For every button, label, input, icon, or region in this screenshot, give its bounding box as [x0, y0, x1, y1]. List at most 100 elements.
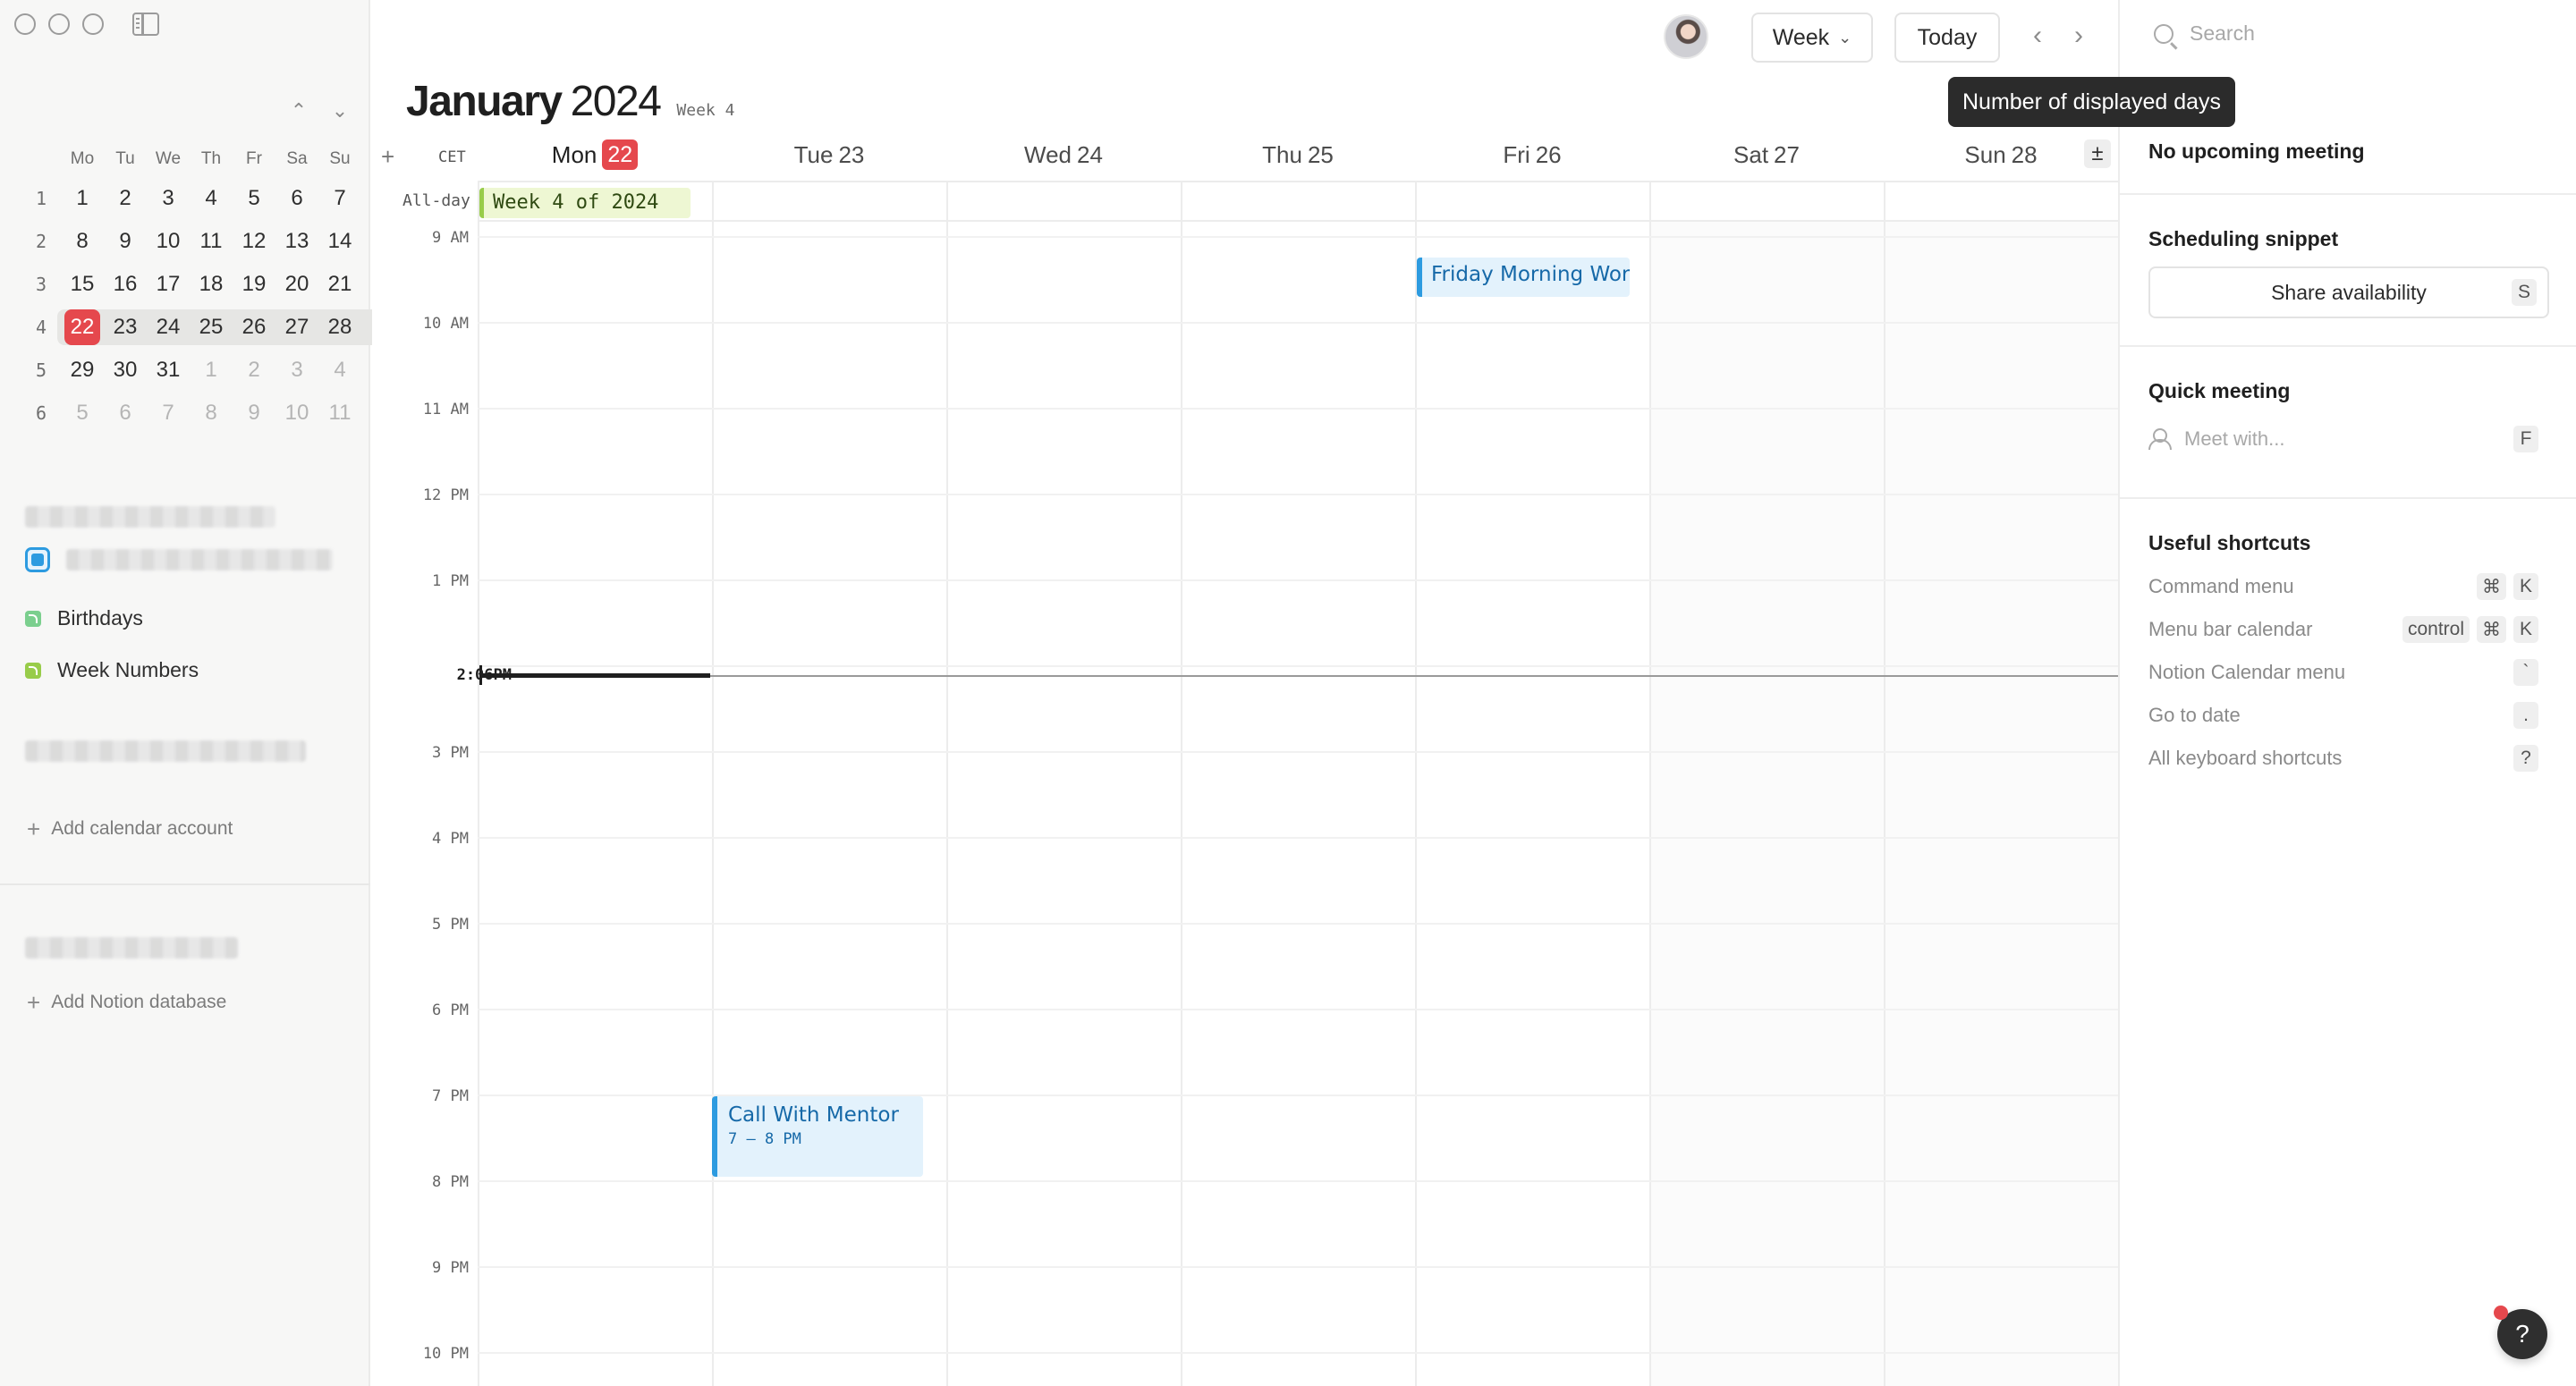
- day-column-divider: [478, 181, 479, 1386]
- chevron-left-icon[interactable]: ‹: [2021, 20, 2054, 52]
- add-calendar-account-link[interactable]: + Add calendar account: [27, 817, 233, 841]
- mini-calendar-day[interactable]: 10: [147, 224, 190, 259]
- add-timezone-button[interactable]: +: [381, 143, 394, 171]
- mini-weekday-header: Tu: [104, 141, 147, 177]
- week-number: 1: [21, 188, 61, 209]
- mini-calendar-day[interactable]: 1: [190, 352, 233, 388]
- mini-calendar-day[interactable]: 3: [147, 181, 190, 216]
- mini-calendar-day[interactable]: 12: [233, 224, 275, 259]
- day-header[interactable]: Sat27: [1649, 136, 1884, 173]
- day-date: 27: [1774, 141, 1800, 169]
- calendar-item-week-numbers[interactable]: Week Numbers: [25, 658, 199, 682]
- hour-label: 6 PM: [372, 1001, 469, 1019]
- shortcut-row[interactable]: All keyboard shortcuts?: [2148, 742, 2549, 774]
- day-header[interactable]: Tue23: [712, 136, 946, 173]
- mini-calendar-day[interactable]: 11: [190, 224, 233, 259]
- maximize-window-button[interactable]: [82, 13, 104, 35]
- mini-calendar-day[interactable]: 21: [318, 266, 361, 302]
- mini-calendar-day[interactable]: 31: [147, 352, 190, 388]
- mini-calendar-day[interactable]: 24: [147, 309, 190, 345]
- calendar-checkbox[interactable]: [25, 547, 50, 572]
- mini-calendar-day[interactable]: 18: [190, 266, 233, 302]
- shortcut-row[interactable]: Go to date.: [2148, 699, 2549, 731]
- page-title: January 2024 Week 4: [406, 77, 734, 126]
- mini-calendar-day[interactable]: 2: [233, 352, 275, 388]
- tooltip: Number of displayed days: [1948, 77, 2235, 127]
- mini-calendar-day[interactable]: 30: [104, 352, 147, 388]
- mini-calendar-day[interactable]: 25: [190, 309, 233, 345]
- mini-calendar-day[interactable]: 14: [318, 224, 361, 259]
- mini-calendar-day[interactable]: 3: [275, 352, 318, 388]
- minimize-window-button[interactable]: [48, 13, 70, 35]
- share-availability-button[interactable]: Share availability S: [2148, 266, 2549, 318]
- add-notion-database-link[interactable]: + Add Notion database: [27, 991, 226, 1014]
- hour-label: 12 PM: [372, 486, 469, 504]
- mini-calendar-weekday-header: MoTuWeThFrSaSu: [21, 141, 361, 177]
- allday-event[interactable]: Week 4 of 2024: [479, 188, 691, 218]
- mini-calendar-day[interactable]: 9: [104, 224, 147, 259]
- mini-calendar-day[interactable]: 4: [318, 352, 361, 388]
- mini-calendar-day[interactable]: 16: [104, 266, 147, 302]
- mini-calendar-day[interactable]: 8: [190, 395, 233, 431]
- mini-calendar-day[interactable]: 26: [233, 309, 275, 345]
- day-header[interactable]: Mon22: [478, 136, 712, 173]
- chevron-right-icon[interactable]: ›: [2063, 20, 2095, 52]
- today-button[interactable]: Today: [1894, 13, 2000, 63]
- meet-with-input[interactable]: Meet with... F: [2148, 427, 2549, 451]
- shortcut-row[interactable]: Menu bar calendarcontrol⌘K: [2148, 613, 2549, 646]
- day-name: Sat: [1733, 141, 1768, 169]
- view-select-button[interactable]: Week ⌄: [1751, 13, 1873, 63]
- calendar-event[interactable]: Friday Morning Wor: [1417, 258, 1630, 297]
- mini-calendar-day[interactable]: 19: [233, 266, 275, 302]
- search-input[interactable]: Search: [2154, 21, 2255, 46]
- scheduling-snippet-title: Scheduling snippet: [2148, 227, 2338, 251]
- mini-calendar-day[interactable]: 6: [104, 395, 147, 431]
- shortcut-key: ?: [2513, 745, 2538, 772]
- calendar-event[interactable]: Call With Mentor 7 – 8 PM: [712, 1096, 923, 1177]
- day-name: Sun: [1964, 141, 2005, 169]
- mini-calendar-day[interactable]: 7: [147, 395, 190, 431]
- avatar[interactable]: [1664, 14, 1708, 59]
- mini-calendar-day[interactable]: 8: [61, 224, 104, 259]
- mini-calendar-day[interactable]: 2: [104, 181, 147, 216]
- day-header[interactable]: Wed24: [946, 136, 1181, 173]
- mini-calendar-day[interactable]: 11: [318, 395, 361, 431]
- mini-calendar-day[interactable]: 22: [64, 309, 100, 345]
- close-window-button[interactable]: [14, 13, 36, 35]
- shortcut-row[interactable]: Notion Calendar menu`: [2148, 656, 2549, 689]
- mini-calendar-nav: ⌃ ⌄: [288, 100, 351, 122]
- sidebar-toggle-icon[interactable]: [132, 13, 159, 36]
- mini-calendar-day[interactable]: 13: [275, 224, 318, 259]
- mini-calendar-day[interactable]: 20: [275, 266, 318, 302]
- calendar-item-birthdays[interactable]: Birthdays: [25, 606, 143, 630]
- mini-calendar-day[interactable]: 17: [147, 266, 190, 302]
- mini-calendar-day[interactable]: 29: [61, 352, 104, 388]
- mini-calendar-day[interactable]: 6: [275, 181, 318, 216]
- mini-calendar-day[interactable]: 5: [233, 181, 275, 216]
- mini-calendar-day[interactable]: 10: [275, 395, 318, 431]
- week-grid[interactable]: 9 AM10 AM11 AM12 PM1 PM3 PM4 PM5 PM6 PM7…: [478, 222, 2118, 1386]
- mini-calendar-day[interactable]: 28: [318, 309, 361, 345]
- blurred-calendar-name: [66, 549, 333, 570]
- mini-calendar-day[interactable]: 15: [61, 266, 104, 302]
- hour-line: [478, 837, 2118, 839]
- mini-calendar-day[interactable]: 1: [61, 181, 104, 216]
- mini-calendar-day[interactable]: 27: [275, 309, 318, 345]
- chevron-up-icon[interactable]: ⌃: [288, 100, 309, 122]
- chevron-down-icon[interactable]: ⌄: [329, 100, 351, 122]
- primary-calendar-item[interactable]: [25, 547, 333, 572]
- displayed-days-button[interactable]: ±: [2084, 139, 2111, 168]
- mini-calendar-day[interactable]: 23: [104, 309, 147, 345]
- day-header[interactable]: Fri26: [1415, 136, 1649, 173]
- mini-calendar-day[interactable]: 5: [61, 395, 104, 431]
- mini-calendar-day[interactable]: 7: [318, 181, 361, 216]
- day-header[interactable]: Sun28: [1884, 136, 2118, 173]
- current-time-label: 2:06PM: [415, 666, 512, 684]
- shortcut-row[interactable]: Command menu⌘K: [2148, 570, 2549, 603]
- day-date: 24: [1077, 141, 1103, 169]
- mini-calendar-day[interactable]: 4: [190, 181, 233, 216]
- mini-calendar-week: 315161718192021: [21, 263, 361, 306]
- day-header[interactable]: Thu25: [1181, 136, 1415, 173]
- mini-calendar-day[interactable]: 9: [233, 395, 275, 431]
- shortcut-key: control: [2402, 616, 2470, 643]
